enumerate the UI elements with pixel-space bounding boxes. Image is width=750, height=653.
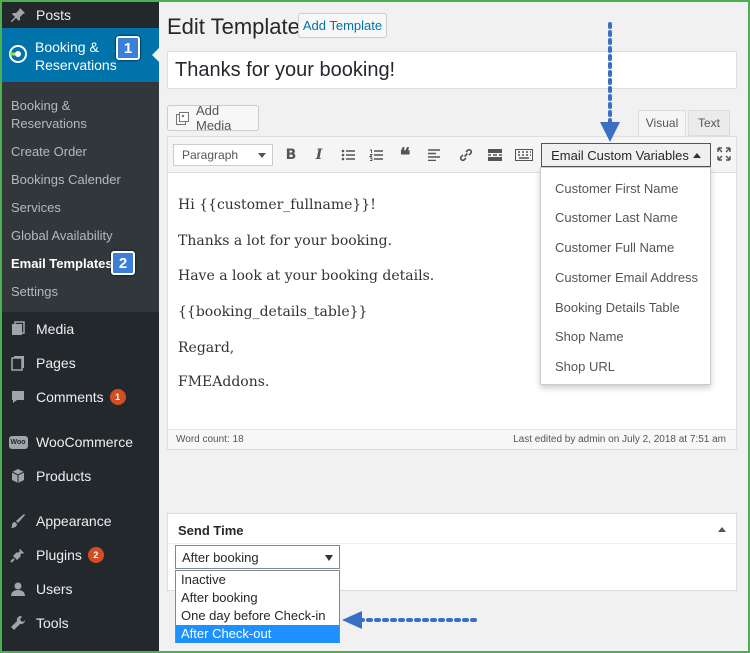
body-line: Thanks a lot for your booking.: [178, 233, 393, 249]
menu-pages[interactable]: Pages: [2, 352, 159, 374]
align-left-icon[interactable]: [423, 145, 445, 165]
email-variables-dropdown: Customer First Name Customer Last Name C…: [540, 167, 711, 385]
body-line: FMEAddons.: [178, 374, 270, 390]
wrench-icon: [8, 613, 28, 633]
add-media-button[interactable]: Add Media: [167, 103, 259, 133]
send-time-options: Inactive After booking One day before Ch…: [175, 570, 340, 643]
menu-appearance[interactable]: Appearance: [2, 510, 159, 532]
variable-option[interactable]: Shop Name: [555, 329, 624, 344]
page-title: Edit Template: [167, 14, 300, 39]
comments-count-badge: 1: [109, 389, 126, 405]
submenu-create-order[interactable]: Create Order: [11, 143, 87, 160]
send-time-option-highlighted[interactable]: After Check-out: [176, 625, 339, 643]
booking-icon: [8, 44, 28, 64]
menu-woocommerce[interactable]: Woo WooCommerce: [2, 431, 159, 453]
variable-option[interactable]: Customer First Name: [555, 181, 679, 196]
add-template-button[interactable]: Add Template: [298, 13, 387, 38]
editor-status-bar: Word count: 18 Last edited by admin on J…: [168, 429, 736, 449]
body-line: Regard,: [178, 340, 235, 356]
variable-option[interactable]: Customer Full Name: [555, 240, 674, 255]
chevron-down-icon: [258, 153, 266, 158]
menu-plugins[interactable]: Plugins 2: [2, 544, 159, 566]
add-media-icon: [176, 111, 190, 125]
callout-2: 2: [111, 251, 135, 275]
menu-users[interactable]: Users: [2, 578, 159, 600]
booking-label-line2: Reservations: [35, 57, 117, 73]
caret-up-icon: [692, 152, 701, 158]
chevron-down-icon: [325, 555, 333, 561]
annotation-arrow-down: [600, 22, 620, 142]
fullscreen-icon[interactable]: [716, 146, 732, 162]
body-line: {{booking_details_table}}: [178, 304, 368, 320]
menu-media[interactable]: Media: [2, 318, 159, 340]
products-box-icon: [8, 466, 28, 486]
body-line: Hi {{customer_fullname}}!: [178, 197, 376, 213]
send-time-option[interactable]: After booking: [176, 589, 339, 607]
menu-comments[interactable]: Comments 1: [2, 386, 159, 408]
plugins-count-badge: 2: [87, 547, 104, 563]
user-icon: [8, 579, 28, 599]
booking-submenu: Booking & Reservations Create Order Book…: [2, 82, 159, 312]
link-icon[interactable]: [455, 145, 477, 165]
send-time-heading: Send Time: [178, 523, 244, 538]
menu-tools[interactable]: Tools: [2, 612, 159, 634]
tab-visual[interactable]: Visual: [638, 110, 686, 136]
italic-icon[interactable]: I: [308, 145, 330, 165]
submenu-email-templates[interactable]: Email Templates: [11, 255, 113, 272]
menu-posts[interactable]: Posts: [2, 4, 159, 26]
menu-products[interactable]: Products: [2, 465, 159, 487]
paintbrush-icon: [8, 511, 28, 531]
tab-text[interactable]: Text: [688, 110, 730, 136]
numbered-list-icon[interactable]: [365, 145, 387, 165]
annotation-arrow-left: [342, 611, 478, 629]
email-custom-variables-button[interactable]: Email Custom Variables: [541, 143, 711, 167]
send-time-option[interactable]: One day before Check-in: [176, 607, 339, 625]
woocommerce-icon: Woo: [8, 432, 28, 452]
variable-option[interactable]: Booking Details Table: [555, 300, 680, 315]
bullet-list-icon[interactable]: [337, 145, 359, 165]
word-count: Word count: 18: [176, 434, 244, 445]
send-time-header[interactable]: Send Time: [168, 514, 736, 544]
last-edited: Last edited by admin on July 2, 2018 at …: [513, 434, 726, 445]
booking-label-line1: Booking &: [35, 39, 99, 55]
comments-icon: [8, 387, 28, 407]
media-icon: [8, 319, 28, 339]
submenu-settings[interactable]: Settings: [11, 283, 58, 300]
plug-icon: [8, 545, 28, 565]
send-time-option[interactable]: Inactive: [176, 571, 339, 589]
submenu-services[interactable]: Services: [11, 199, 61, 216]
pin-icon: [8, 5, 28, 25]
paragraph-format-select[interactable]: Paragraph: [173, 144, 273, 166]
bold-icon[interactable]: B: [280, 145, 302, 165]
variable-option[interactable]: Customer Last Name: [555, 210, 678, 225]
toolbar-toggle-icon[interactable]: [513, 145, 535, 165]
submenu-booking-line1[interactable]: Booking &: [11, 97, 70, 114]
callout-1: 1: [116, 36, 140, 60]
submenu-bookings-calender[interactable]: Bookings Calender: [11, 171, 121, 188]
active-arrow: [152, 47, 160, 63]
send-time-select[interactable]: After booking: [175, 545, 340, 569]
collapse-toggle-icon[interactable]: [718, 527, 726, 532]
variable-option[interactable]: Shop URL: [555, 359, 615, 374]
admin-sidebar: Posts Booking & Reservations 1 Booking &…: [2, 0, 160, 653]
pages-icon: [8, 353, 28, 373]
template-title-input[interactable]: Thanks for your booking!: [167, 51, 737, 89]
body-line: Have a look at your booking details.: [178, 268, 435, 284]
submenu-booking-line2[interactable]: Reservations: [11, 115, 87, 132]
blockquote-icon[interactable]: ❝: [394, 145, 416, 165]
variable-option[interactable]: Customer Email Address: [555, 270, 698, 285]
read-more-icon[interactable]: [484, 145, 506, 165]
submenu-global-availability[interactable]: Global Availability: [11, 227, 113, 244]
